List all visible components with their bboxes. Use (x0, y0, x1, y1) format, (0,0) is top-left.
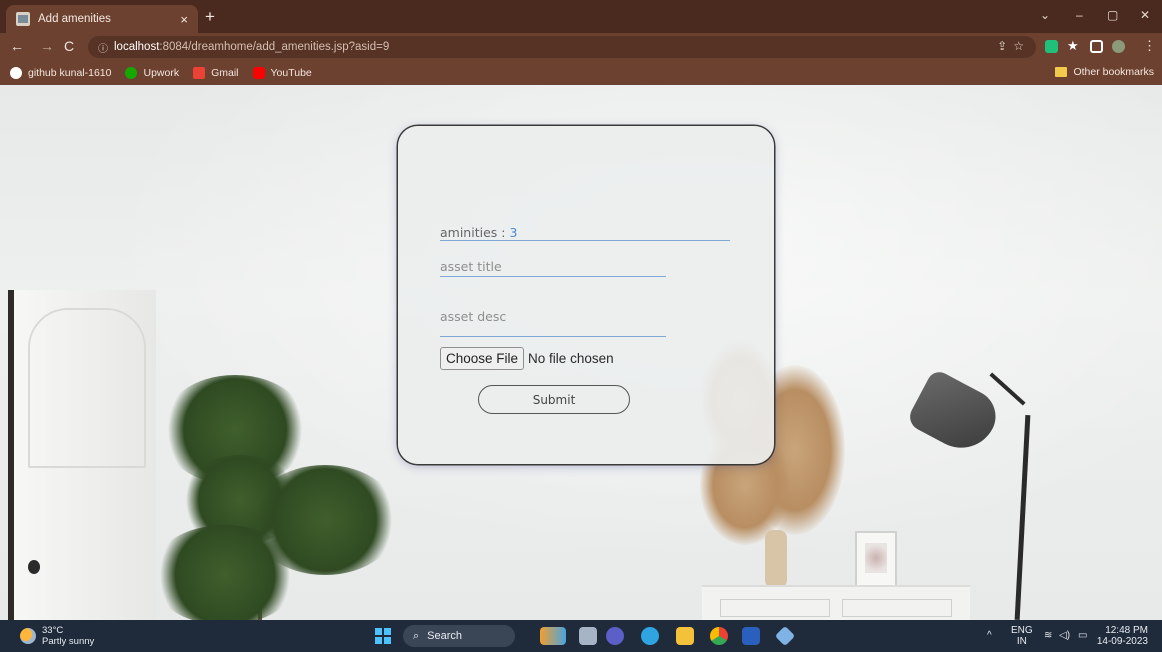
task-view-icon[interactable] (579, 627, 597, 645)
partly-sunny-icon (20, 628, 36, 644)
weather-widget[interactable]: 33°C Partly sunny (20, 625, 94, 647)
extension-green-icon[interactable] (1045, 40, 1058, 53)
plant-foliage (150, 525, 300, 620)
temperature: 33°C (42, 625, 64, 636)
bookmark-youtube[interactable]: YouTube (252, 67, 312, 79)
drawer (842, 599, 952, 617)
app-cube-icon[interactable] (774, 625, 796, 647)
language-code: ENG (1011, 625, 1033, 636)
reload-icon[interactable]: C (64, 39, 74, 53)
bookmark-gmail[interactable]: Gmail (193, 67, 239, 79)
picture-frame (855, 531, 897, 587)
share-icon[interactable]: ⇪ (997, 39, 1007, 53)
word-icon[interactable] (742, 627, 760, 645)
profile-avatar[interactable] (1112, 40, 1125, 53)
browser-tab-strip: Add amenities × + ⌄ – ▢ ✕ (0, 0, 1162, 33)
background-door (8, 290, 156, 620)
extensions-puzzle-icon[interactable]: ★ (1067, 38, 1080, 53)
amenities-value: 3 (509, 225, 518, 240)
drawer (720, 599, 830, 617)
browser-menu-icon[interactable]: ⋮ (1143, 39, 1156, 53)
taskbar-clock[interactable]: 12:48 PM 14-09-2023 (1097, 625, 1148, 647)
other-bookmarks-label: Other bookmarks (1073, 66, 1154, 78)
youtube-icon (252, 67, 265, 79)
search-label: Search (427, 630, 463, 642)
bookmark-label: YouTube (270, 67, 312, 79)
tab-title: Add amenities (38, 13, 111, 25)
battery-icon[interactable]: ▭ (1078, 630, 1087, 641)
console-table (702, 585, 970, 620)
upwork-icon (125, 67, 138, 79)
url-host: localhost (114, 41, 160, 53)
github-icon (10, 67, 22, 79)
weather-condition: Partly sunny (42, 636, 95, 647)
address-toolbar: ← → C ⓘ localhost:8084/dreamhome/add_ame… (0, 33, 1162, 61)
wifi-icon[interactable]: ≋ (1044, 630, 1052, 641)
bookmark-upwork[interactable]: Upwork (125, 67, 179, 79)
region-code: IN (1016, 636, 1027, 647)
tab-search-icon[interactable]: ⌄ (1040, 8, 1050, 22)
page-favicon-icon (16, 12, 30, 26)
side-panel-icon[interactable] (1090, 40, 1103, 53)
bookmark-label: Gmail (211, 67, 239, 79)
amenities-row: aminities : 3 (440, 221, 730, 241)
submit-button[interactable]: Submit (478, 385, 630, 414)
chrome-icon[interactable] (710, 627, 728, 645)
asset-title-input[interactable] (440, 257, 666, 277)
edge-icon[interactable] (641, 627, 659, 645)
bookmark-github[interactable]: github kunal-1610 (10, 67, 111, 79)
door-knob (28, 560, 40, 574)
windows-start-icon[interactable] (375, 628, 391, 644)
choose-file-button[interactable]: Choose File (440, 347, 525, 370)
page-background: aminities : 3 Choose File No file chosen… (0, 85, 1162, 620)
other-bookmarks-folder[interactable]: Other bookmarks (1055, 66, 1154, 78)
url-bar[interactable]: ⓘ localhost:8084/dreamhome/add_amenities… (88, 36, 1036, 58)
taskbar-search[interactable]: ⌕ Search (403, 625, 515, 647)
back-arrow-icon[interactable]: ← (10, 39, 24, 53)
site-info-icon[interactable]: ⓘ (98, 40, 108, 55)
language-indicator[interactable]: ENG IN (1011, 625, 1033, 647)
folder-icon (1055, 67, 1068, 77)
bookmarks-bar: github kunal-1610 Upwork Gmail YouTube O… (0, 61, 1162, 85)
new-tab-button[interactable]: + (205, 8, 215, 25)
amenities-label: aminities : (440, 225, 506, 240)
door-panel (28, 308, 146, 468)
speaker-icon[interactable]: ◁) (1059, 630, 1070, 641)
file-upload: Choose File No file chosen (440, 347, 614, 370)
tab-close-icon[interactable]: × (180, 12, 188, 27)
bookmark-label: Upwork (143, 67, 180, 79)
widgets-icon[interactable] (540, 627, 566, 645)
teams-chat-icon[interactable] (606, 627, 624, 645)
gmail-icon (193, 67, 206, 79)
maximize-button[interactable]: ▢ (1107, 8, 1118, 22)
vase (765, 530, 787, 588)
add-amenities-form: aminities : 3 Choose File No file chosen… (398, 126, 774, 464)
forward-arrow-icon[interactable]: → (40, 39, 54, 53)
search-icon: ⌕ (413, 629, 420, 642)
minimize-button[interactable]: – (1076, 8, 1083, 22)
taskbar: 33°C Partly sunny ⌕ Search ^ ENG IN ≋ ◁)… (0, 620, 1162, 652)
bookmark-star-icon[interactable]: ☆ (1013, 39, 1024, 53)
url-path: :8084/dreamhome/add_amenities.jsp?asid=9 (159, 41, 390, 53)
asset-desc-input[interactable] (440, 297, 666, 337)
show-hidden-icons[interactable]: ^ (987, 630, 992, 641)
clock-time: 12:48 PM (1105, 625, 1148, 636)
tab-add-amenities[interactable]: Add amenities × (6, 5, 198, 33)
close-window-button[interactable]: ✕ (1140, 8, 1150, 22)
file-explorer-icon[interactable] (676, 627, 694, 645)
file-status: No file chosen (528, 351, 614, 366)
bookmark-label: github kunal-1610 (28, 67, 112, 79)
clock-date: 14-09-2023 (1096, 636, 1148, 647)
